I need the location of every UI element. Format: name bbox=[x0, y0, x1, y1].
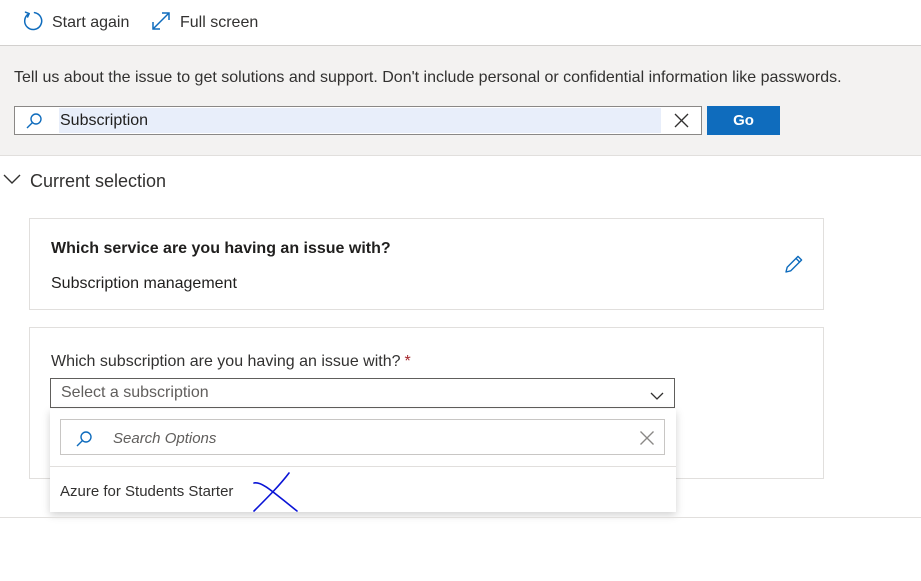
page-divider bbox=[0, 517, 921, 518]
current-selection-toggle[interactable]: Current selection bbox=[3, 170, 166, 192]
required-asterisk: * bbox=[404, 353, 411, 370]
clear-search-icon[interactable] bbox=[673, 112, 690, 134]
go-button[interactable]: Go bbox=[707, 106, 780, 135]
service-answer: Subscription management bbox=[51, 275, 237, 292]
start-again-label: Start again bbox=[52, 14, 130, 31]
subscription-option[interactable]: Azure for Students Starter bbox=[50, 467, 676, 512]
search-icon bbox=[25, 112, 43, 135]
chevron-down-icon bbox=[650, 388, 664, 406]
service-selection-card: Which service are you having an issue wi… bbox=[29, 218, 824, 310]
clear-options-search-icon[interactable] bbox=[639, 430, 655, 451]
top-toolbar: Start again Full screen bbox=[0, 0, 921, 45]
options-search-placeholder: Search Options bbox=[113, 430, 217, 447]
search-input-value[interactable]: Subscription bbox=[59, 108, 661, 133]
issue-search-panel: Tell us about the issue to get solutions… bbox=[0, 45, 921, 156]
options-search-input[interactable]: Search Options bbox=[60, 419, 665, 455]
option-label: Azure for Students Starter bbox=[60, 483, 234, 500]
full-screen-button[interactable]: Full screen bbox=[150, 10, 258, 36]
search-icon bbox=[75, 430, 93, 453]
subscription-dropdown-placeholder: Select a subscription bbox=[61, 384, 209, 401]
edit-pencil-icon[interactable] bbox=[783, 253, 805, 280]
service-question: Which service are you having an issue wi… bbox=[51, 240, 391, 257]
subscription-question: Which subscription are you having an iss… bbox=[51, 353, 411, 371]
refresh-icon bbox=[22, 10, 44, 37]
issue-search-input[interactable]: Subscription bbox=[14, 106, 702, 135]
full-screen-label: Full screen bbox=[180, 14, 259, 31]
subscription-options-callout: Search Options Azure for Students Starte… bbox=[50, 409, 676, 512]
search-intro-text: Tell us about the issue to get solutions… bbox=[14, 69, 842, 86]
start-again-button[interactable]: Start again bbox=[22, 10, 129, 36]
handwritten-x-mark bbox=[252, 471, 300, 520]
subscription-dropdown[interactable]: Select a subscription bbox=[50, 378, 675, 408]
chevron-down-icon bbox=[3, 172, 21, 190]
section-title: Current selection bbox=[30, 170, 167, 191]
subscription-question-text: Which subscription are you having an iss… bbox=[51, 353, 401, 370]
expand-icon bbox=[150, 10, 172, 37]
